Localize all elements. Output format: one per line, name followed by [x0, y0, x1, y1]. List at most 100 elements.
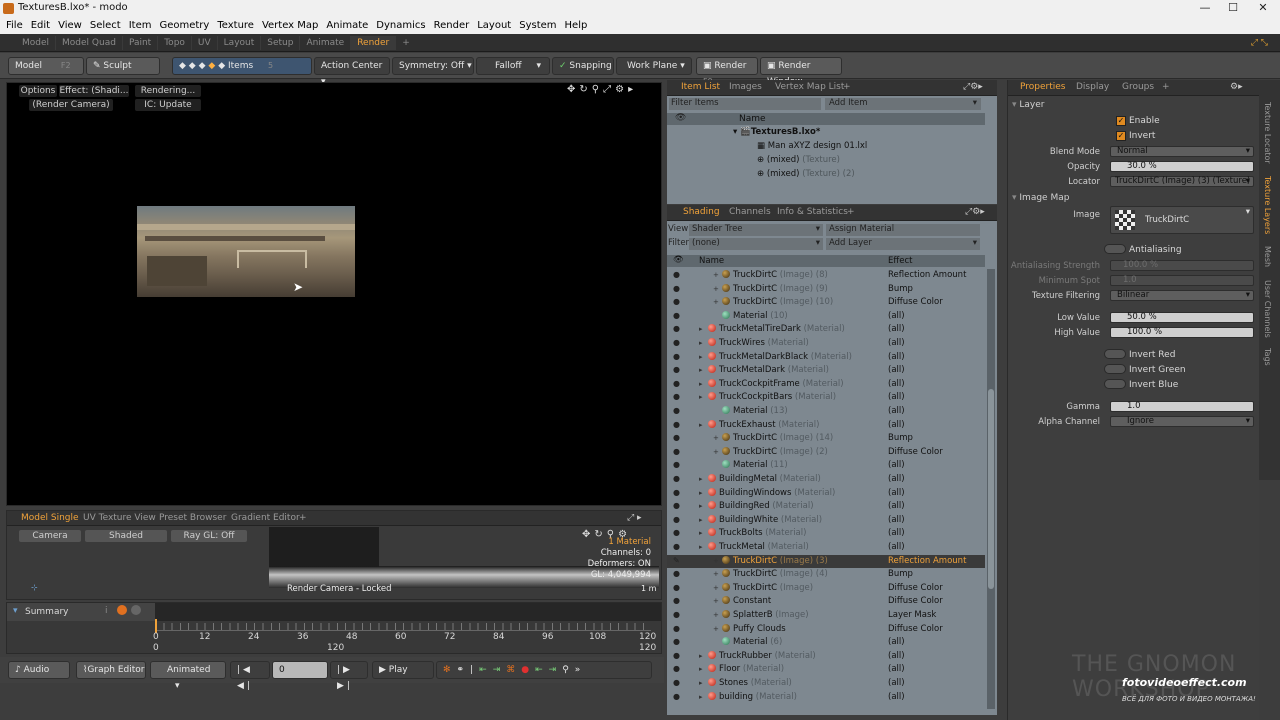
expand-arrow-icon[interactable]: ▸	[699, 652, 708, 660]
zoom-view-icon[interactable]: ⚲	[592, 84, 603, 95]
locator-dropdown[interactable]: TruckDirtC (Image) (3) (Texture) ▾	[1110, 176, 1254, 187]
tab-uv[interactable]: UV	[192, 35, 218, 50]
tab-vertex-map-list[interactable]: Vertex Map List	[775, 82, 844, 92]
layer-effect[interactable]: Reflection Amount	[888, 270, 966, 280]
visibility-icon[interactable]: ●	[673, 651, 680, 660]
shader-tree-row[interactable]: ● ▸ Floor (Material) (all)	[667, 663, 985, 677]
shader-tree-row[interactable]: ● ▸ TruckMetalDark (Material) (all)	[667, 364, 985, 378]
invert-green-toggle[interactable]	[1104, 364, 1126, 374]
visibility-icon[interactable]: ●	[673, 678, 680, 687]
sculpt-mode-button[interactable]: ✎ Sculpt	[86, 57, 160, 75]
expand-arrow-icon[interactable]: ▸	[699, 543, 708, 551]
key-filter-icon[interactable]	[131, 605, 141, 615]
play-button[interactable]: ▶ Play	[372, 661, 434, 679]
expand-arrow-icon[interactable]: +	[713, 285, 722, 293]
frame-field[interactable]: 0	[272, 661, 328, 679]
layer-effect[interactable]: Diffuse Color	[888, 447, 943, 457]
visibility-icon[interactable]: ●	[673, 406, 680, 415]
visibility-icon[interactable]: ●	[673, 311, 680, 320]
visibility-icon[interactable]: ●	[673, 664, 680, 673]
visibility-icon[interactable]: ●	[673, 596, 680, 605]
layer-effect[interactable]: (all)	[888, 311, 905, 321]
record-key-icon[interactable]	[117, 605, 127, 615]
invert-blue-toggle[interactable]	[1104, 379, 1126, 389]
shader-tree-row[interactable]: ● + TruckDirtC (Image) (2) Diffuse Color	[667, 446, 985, 460]
invert-red-toggle[interactable]	[1104, 349, 1126, 359]
rotate-view-icon[interactable]: ↻	[579, 84, 591, 95]
menu-vertex-map[interactable]: Vertex Map	[258, 20, 322, 31]
panel-options-icon[interactable]: ⤢⚙▸	[965, 207, 985, 217]
expand-arrow-icon[interactable]: +	[713, 597, 722, 605]
shader-tree-row[interactable]: ● ▸ TruckCockpitFrame (Material) (all)	[667, 378, 985, 392]
expand-arrow-icon[interactable]: ▸	[699, 489, 708, 497]
shader-tree-row[interactable]: ● + SplatterB (Image) Layer Mask	[667, 609, 985, 623]
visibility-icon[interactable]: ●	[673, 352, 680, 361]
selection-mode-group[interactable]: ◆ ◆ ◆ ◆ ◆ Items 5	[172, 57, 312, 75]
layer-effect[interactable]: (all)	[888, 664, 905, 674]
shader-tree-row[interactable]: ● ▸ building (Material) (all)	[667, 691, 985, 705]
layer-effect[interactable]: (all)	[888, 406, 905, 416]
add-tab-button[interactable]: +	[1162, 82, 1170, 92]
shader-tree-row[interactable]: ● ▸ TruckMetalTireDark (Material) (all)	[667, 323, 985, 337]
tab-preset-browser[interactable]: Preset Browser	[159, 513, 226, 523]
tab-setup[interactable]: Setup	[261, 35, 301, 50]
polygons-icon[interactable]: ◆	[199, 61, 206, 71]
min-spot-field[interactable]: 1.0	[1110, 275, 1254, 286]
audio-button[interactable]: ♪ Audio	[8, 661, 70, 679]
tab-model[interactable]: Model	[16, 35, 57, 50]
move-view-icon[interactable]: ✥	[567, 84, 579, 95]
visibility-icon[interactable]: ●	[673, 501, 680, 510]
expand-arrow-icon[interactable]: ▸	[699, 366, 708, 374]
shader-tree-row[interactable]: ● Material (10) (all)	[667, 310, 985, 324]
visibility-icon[interactable]: ●	[673, 569, 680, 578]
expand-arrow-icon[interactable]: ▸	[699, 421, 708, 429]
add-layer-dropdown[interactable]: Add Layer ▾	[826, 238, 980, 250]
layer-effect[interactable]: (all)	[888, 324, 905, 334]
layer-effect[interactable]: (all)	[888, 460, 905, 470]
expand-arrow-icon[interactable]: ▸	[699, 353, 708, 361]
texture-filtering-dropdown[interactable]: Bilinear ▾	[1110, 290, 1254, 301]
raygl-button[interactable]: Ray GL: Off	[171, 530, 247, 542]
symmetry-dropdown[interactable]: Symmetry: Off ▾	[392, 57, 474, 75]
visibility-icon[interactable]: ●	[673, 488, 680, 497]
items-icon[interactable]: ◆	[218, 61, 225, 71]
model-mode-button[interactable]: Model F2	[8, 57, 84, 75]
layer-effect[interactable]: (all)	[888, 352, 905, 362]
tab-model-quad[interactable]: Model Quad	[56, 35, 123, 50]
work-plane-dropdown[interactable]: Work Plane ▾	[616, 57, 692, 75]
filter-dropdown[interactable]: (none) ▾	[689, 238, 823, 250]
vertices-icon[interactable]: ◆	[179, 61, 186, 71]
snapping-button[interactable]: ✓ Snapping	[552, 57, 614, 75]
viewport-nav-icons[interactable]: ✥↻⚲⤢⚙▸	[567, 84, 637, 95]
shader-tree-row[interactable]: ● ▸ TruckMetal (Material) (all)	[667, 541, 985, 555]
expand-arrow-icon[interactable]: ▸	[699, 679, 708, 687]
shader-tree-row[interactable]: ● ▸ BuildingMetal (Material) (all)	[667, 473, 985, 487]
shader-tree-row[interactable]: ● ▸ BuildingWindows (Material) (all)	[667, 487, 985, 501]
layer-effect[interactable]: (all)	[888, 365, 905, 375]
key-icon[interactable]: ⌘	[506, 665, 521, 675]
shader-tree-row[interactable]: ● ▸ TruckRubber (Material) (all)	[667, 650, 985, 664]
collapse-icon[interactable]: ▾	[13, 606, 18, 616]
menu-help[interactable]: Help	[561, 20, 592, 31]
visibility-icon[interactable]: ●	[673, 692, 680, 701]
tab-info-statistics[interactable]: Info & Statistics	[777, 207, 848, 217]
layer-effect[interactable]: Diffuse Color	[888, 624, 943, 634]
enable-checkbox[interactable]: ✓	[1116, 116, 1126, 126]
panel-options-icon[interactable]: ⤢⚙▸	[963, 82, 983, 92]
blend-mode-dropdown[interactable]: Normal ▾	[1110, 146, 1254, 157]
layer-effect[interactable]: Diffuse Color	[888, 596, 943, 606]
expand-arrow-icon[interactable]: +	[713, 570, 722, 578]
edges-icon[interactable]: ◆	[189, 61, 196, 71]
menu-texture[interactable]: Texture	[213, 20, 258, 31]
visibility-icon[interactable]: ●	[673, 624, 680, 633]
visibility-icon[interactable]: ●	[673, 583, 680, 592]
antialiasing-toggle[interactable]	[1104, 244, 1126, 254]
menu-select[interactable]: Select	[86, 20, 125, 31]
link-icon[interactable]: ⚭	[457, 665, 471, 675]
shader-tree-row[interactable]: ● + TruckDirtC (Image) (9) Bump	[667, 283, 985, 297]
tab-layout[interactable]: Layout	[218, 35, 262, 50]
gamma-field[interactable]: 1.0	[1110, 401, 1254, 412]
action-center-dropdown[interactable]: Action Center ▾	[314, 57, 390, 87]
layer-effect[interactable]: (all)	[888, 379, 905, 389]
opacity-field[interactable]: 30.0 %	[1110, 161, 1254, 172]
